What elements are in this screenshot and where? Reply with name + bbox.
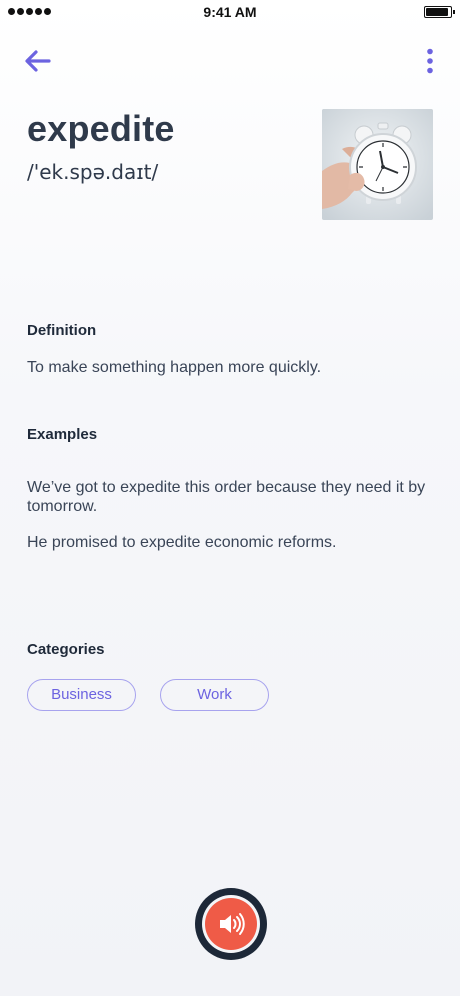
alarm-clock-image <box>322 109 433 220</box>
audio-button-ring <box>202 895 260 953</box>
word-title: expedite <box>27 108 175 149</box>
category-chip-business[interactable]: Business <box>27 679 136 711</box>
play-pronunciation-button[interactable] <box>195 888 267 960</box>
definition-text: To make something happen more quickly. <box>27 359 322 376</box>
category-chip-work[interactable]: Work <box>160 679 269 711</box>
speaker-icon <box>220 913 245 935</box>
more-options-icon[interactable] <box>424 48 436 76</box>
word-illustration-image <box>322 109 433 220</box>
definition-heading: Definition <box>27 322 97 339</box>
example-item: He promised to expedite economic reforms… <box>27 534 337 551</box>
examples-heading: Examples <box>27 426 98 443</box>
example-item: We’ve got to expedite this order because… <box>27 479 426 515</box>
categories-heading: Categories <box>27 641 105 658</box>
audio-button-core <box>205 898 257 950</box>
status-bar: 9:41 AM <box>0 0 460 24</box>
word-phonetic: /'ek.spə.daɪt/ <box>27 160 159 184</box>
status-time: 9:41 AM <box>203 4 257 20</box>
back-arrow-icon[interactable] <box>24 48 52 74</box>
battery-icon <box>424 6 455 18</box>
